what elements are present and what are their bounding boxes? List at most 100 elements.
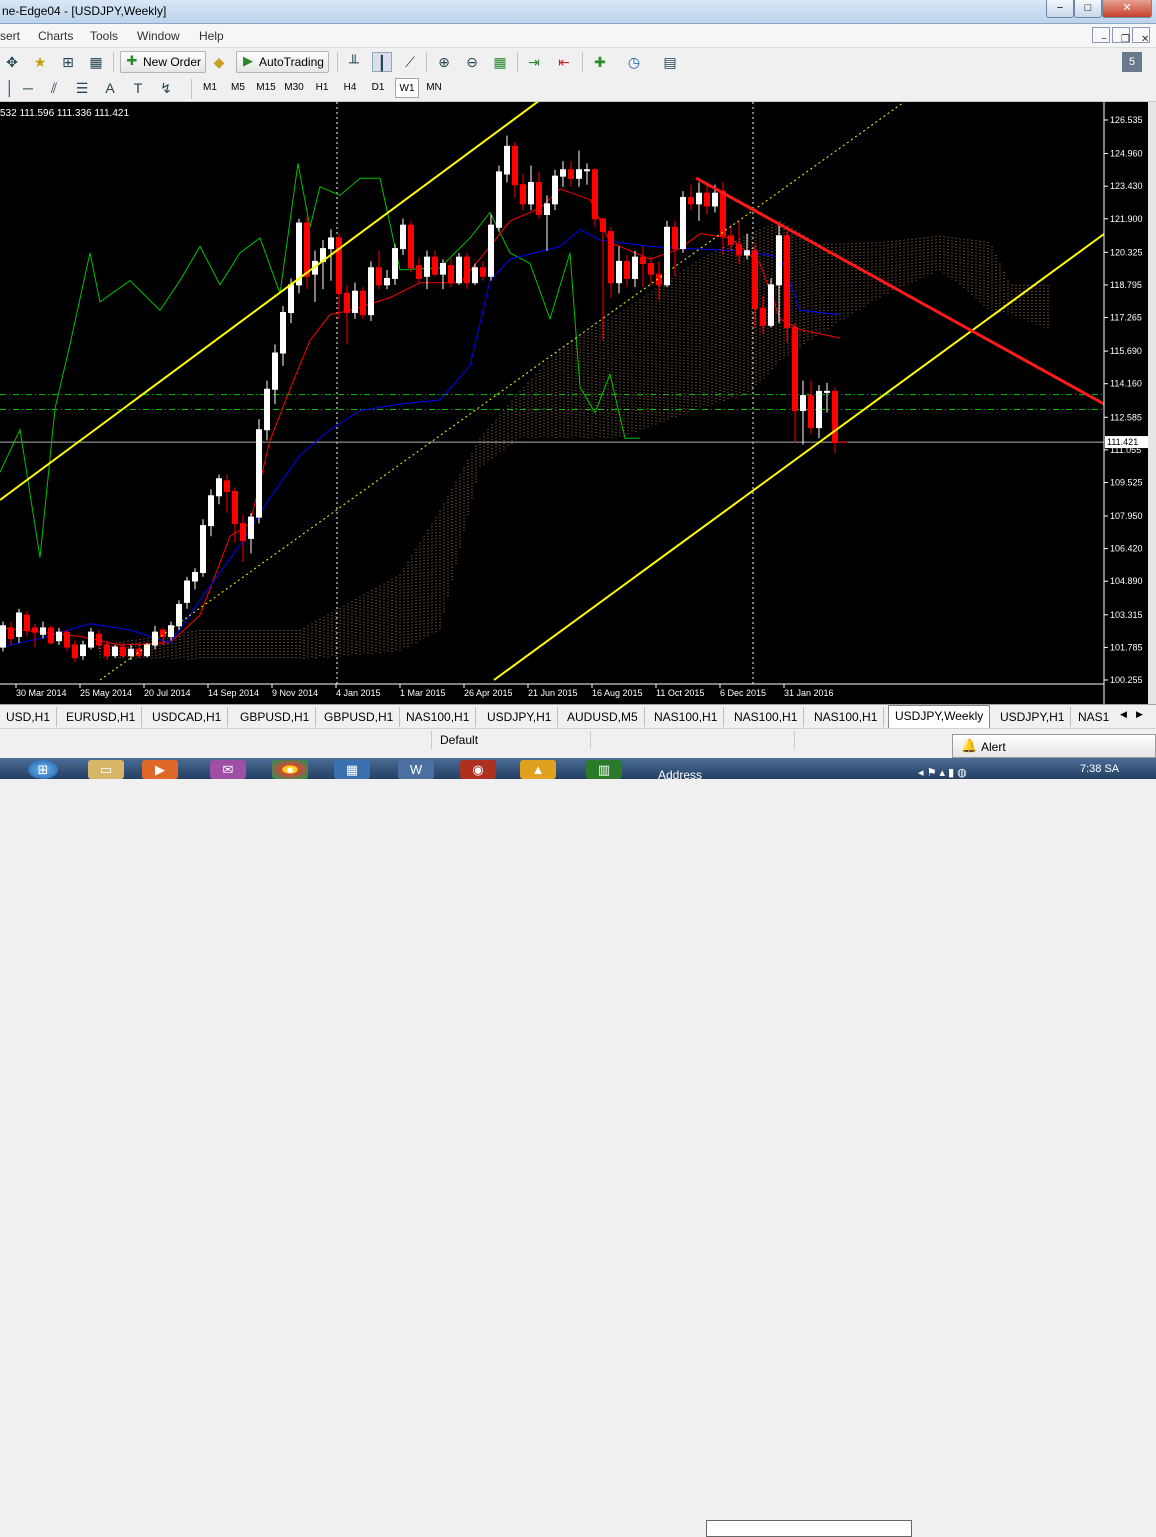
- tile-windows-icon[interactable]: ▦: [490, 52, 510, 72]
- community-icon[interactable]: 5: [1122, 52, 1142, 72]
- price-chart[interactable]: 126.535 124.960 123.430 121.900 120.325 118.7…: [0, 102, 1148, 704]
- tabs-scroll-left-icon[interactable]: ◀: [1120, 709, 1127, 720]
- text-icon[interactable]: A: [100, 78, 120, 98]
- candle-body: [304, 222, 310, 277]
- candle-body: [72, 644, 78, 659]
- separator: [337, 52, 338, 72]
- zoom-out-icon[interactable]: ⊖: [462, 52, 482, 72]
- menu-help[interactable]: Help: [199, 29, 224, 43]
- indicators-icon[interactable]: ✚: [590, 52, 610, 72]
- templates-icon[interactable]: ▤: [660, 52, 680, 72]
- maximize-button[interactable]: □: [1074, 0, 1102, 18]
- menu-bar: sert Charts Tools Window Help − ❐ ✕: [0, 24, 1156, 48]
- metaeditor-icon[interactable]: ◆: [209, 52, 229, 72]
- timeframe-w1[interactable]: W1: [395, 78, 419, 98]
- autotrading-button[interactable]: ▶ AutoTrading: [236, 51, 329, 73]
- tab-usdcad-h1[interactable]: USDCAD,H1: [146, 707, 229, 727]
- vertical-scrollbar[interactable]: [1148, 102, 1156, 704]
- menu-charts[interactable]: Charts: [38, 29, 73, 43]
- tab-nas100-partial[interactable]: NAS1: [1072, 707, 1120, 727]
- current-price-label: 111.421: [1107, 437, 1138, 447]
- tab-gbpusd-h1[interactable]: GBPUSD,H1: [234, 707, 317, 727]
- timeframe-m30[interactable]: M30: [282, 78, 306, 98]
- candle-body: [408, 224, 414, 269]
- opera-taskbar-icon[interactable]: ◉: [460, 760, 496, 779]
- minimize-button[interactable]: −: [1046, 0, 1074, 18]
- arrows-icon[interactable]: ↯: [156, 78, 176, 98]
- horizontal-line-icon[interactable]: ─: [18, 78, 38, 98]
- tab-gbpusd-h1-2[interactable]: GBPUSD,H1: [318, 707, 401, 727]
- chart-shift-icon[interactable]: ⇥: [524, 52, 544, 72]
- tab-usdjpy-weekly[interactable]: USDJPY,Weekly: [888, 705, 991, 729]
- close-icon: ✕: [1122, 2, 1132, 14]
- menu-insert[interactable]: sert: [0, 29, 20, 43]
- line-chart-icon[interactable]: ⟋: [400, 52, 420, 72]
- price-tick-label: 104.890: [1110, 576, 1143, 586]
- mdi-close-button[interactable]: ✕: [1132, 27, 1150, 45]
- mdi-minimize-button[interactable]: −: [1092, 27, 1110, 45]
- candle-body: [552, 175, 558, 205]
- bell-icon: 🔔: [961, 738, 978, 753]
- candle-body: [384, 277, 390, 286]
- candle-body: [8, 627, 14, 640]
- tab-eurusd-h1[interactable]: EURUSD,H1: [60, 707, 143, 727]
- timeframe-m15[interactable]: M15: [254, 78, 278, 98]
- candle-body: [568, 169, 574, 179]
- metatrader-taskbar-icon[interactable]: ▥: [586, 760, 622, 779]
- timeframe-m1[interactable]: M1: [198, 78, 222, 98]
- profiles-icon[interactable]: ★: [30, 52, 50, 72]
- chrome-taskbar-icon[interactable]: ●: [272, 760, 308, 779]
- tab-nas100-h1[interactable]: NAS100,H1: [400, 707, 477, 727]
- status-pane: [0, 731, 432, 749]
- menu-tools[interactable]: Tools: [90, 29, 118, 43]
- app-taskbar-icon[interactable]: ✉: [210, 760, 246, 779]
- auto-scroll-icon[interactable]: ⇤: [554, 52, 574, 72]
- tab-nas100-h1-2[interactable]: NAS100,H1: [648, 707, 725, 727]
- candle-body: [672, 226, 678, 250]
- trendline-icon[interactable]: ⫽: [44, 78, 64, 98]
- zoom-in-icon[interactable]: ⊕: [434, 52, 454, 72]
- bar-chart-icon[interactable]: ╨: [344, 52, 364, 72]
- timeframe-h1[interactable]: H1: [310, 78, 334, 98]
- tab-audusd-m5[interactable]: AUDUSD,M5: [561, 707, 645, 727]
- mdi-restore-button[interactable]: ❐: [1112, 27, 1130, 45]
- market-watch-icon[interactable]: ⊞: [58, 52, 78, 72]
- candle-body: [360, 290, 366, 316]
- address-input[interactable]: [706, 1520, 912, 1537]
- close-button[interactable]: ✕: [1102, 0, 1152, 18]
- notification-icons[interactable]: ◂ ⚑ ▴ ▮ ◍: [918, 766, 967, 779]
- app2-taskbar-icon[interactable]: ▲: [520, 760, 556, 779]
- vertical-line-icon[interactable]: │: [0, 78, 20, 98]
- windows-taskbar: ⊞ ▭ ▶ ✉ ● ▦ W ◉ ▲ ▥ Address ◂ ⚑ ▴ ▮ ◍ 7:…: [0, 758, 1156, 1537]
- tab-nas100-h1-4[interactable]: NAS100,H1: [808, 707, 885, 727]
- candle-body: [232, 491, 238, 524]
- menu-window[interactable]: Window: [137, 29, 180, 43]
- media-player-taskbar-icon[interactable]: ▶: [142, 760, 178, 779]
- chart-area[interactable]: 126.535 124.960 123.430 121.900 120.325 118.7…: [0, 102, 1148, 704]
- timeframe-m5[interactable]: M5: [226, 78, 250, 98]
- explorer-taskbar-icon[interactable]: ▭: [88, 760, 124, 779]
- new-order-button[interactable]: ✚ New Order: [120, 51, 207, 73]
- text-label-icon[interactable]: T: [128, 78, 148, 98]
- calculator-taskbar-icon[interactable]: ▦: [334, 760, 370, 779]
- timeframe-h4[interactable]: H4: [338, 78, 362, 98]
- tab-usd-h1[interactable]: USD,H1: [0, 707, 58, 727]
- tabs-scroll-right-icon[interactable]: ▶: [1136, 709, 1143, 720]
- tab-nas100-h1-3[interactable]: NAS100,H1: [728, 707, 805, 727]
- axes: 126.535 124.960 123.430 121.900 120.325 118.7…: [0, 102, 1148, 704]
- crosshair-move-icon[interactable]: ✥: [2, 52, 22, 72]
- timeframe-mn[interactable]: MN: [422, 78, 446, 98]
- address-label: Address: [658, 768, 703, 782]
- clock: 7:38 SA: [1080, 763, 1120, 775]
- candle-body: [584, 169, 590, 172]
- periods-icon[interactable]: ◷: [624, 52, 644, 72]
- start-button[interactable]: ⊞: [28, 760, 58, 779]
- timeframe-d1[interactable]: D1: [366, 78, 390, 98]
- word-taskbar-icon[interactable]: W: [398, 760, 434, 779]
- alert-popup[interactable]: 🔔 Alert: [952, 734, 1156, 758]
- data-window-icon[interactable]: ▦: [86, 52, 106, 72]
- tab-usdjpy-h1-2[interactable]: USDJPY,H1: [994, 707, 1072, 727]
- tab-usdjpy-h1[interactable]: USDJPY,H1: [481, 707, 559, 727]
- candlestick-icon[interactable]: ┃: [372, 52, 392, 72]
- fibonacci-icon[interactable]: ☰: [72, 78, 92, 98]
